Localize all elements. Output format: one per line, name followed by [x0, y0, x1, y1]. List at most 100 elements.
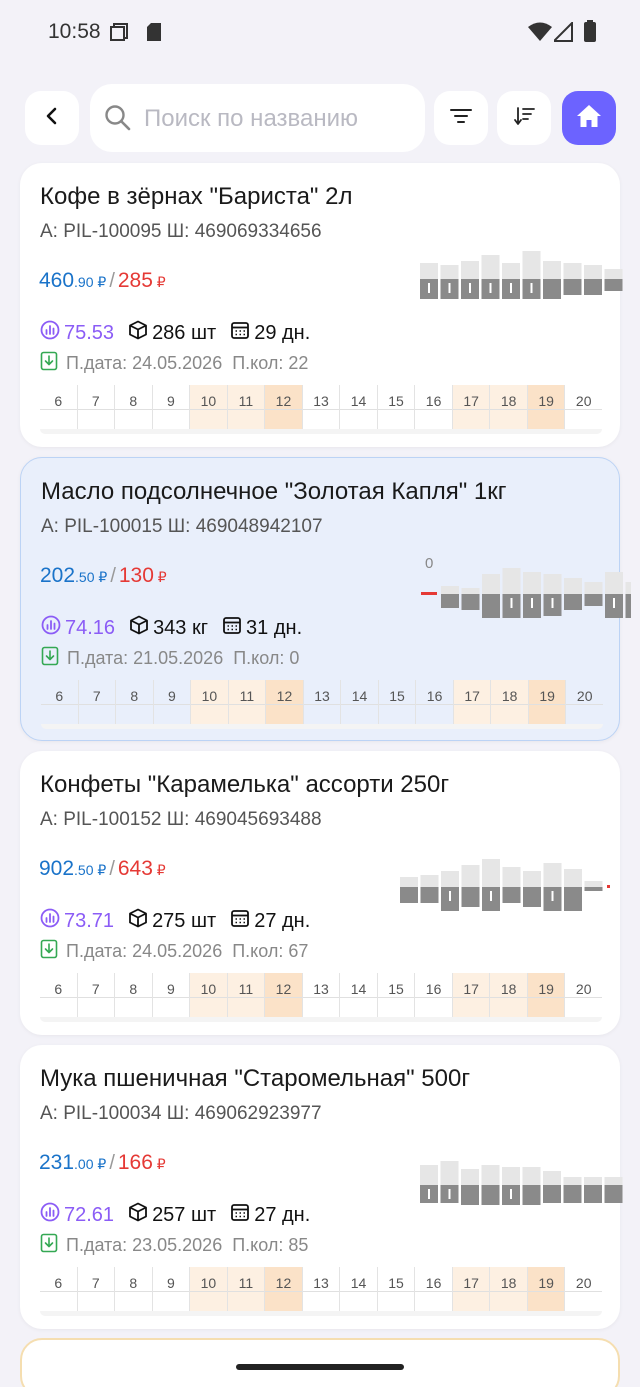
chart-bar-marker	[510, 1189, 512, 1199]
hour-divider	[303, 704, 341, 705]
hour-divider	[302, 409, 340, 410]
chart-bar-marker	[428, 1189, 430, 1199]
hour-cell: 13	[302, 1267, 341, 1312]
search-icon	[104, 104, 132, 137]
delivery-date: П.дата: 21.05.2026	[67, 648, 224, 668]
hour-cell: 16	[415, 973, 453, 1018]
product-card[interactable]: Кофе в зёрнах "Бариста" 2л А: PIL-100095…	[20, 163, 623, 447]
hour-cell: 18	[491, 680, 529, 725]
stock-stat: 257 шт	[128, 1202, 216, 1228]
chart-bar-lower	[461, 1185, 479, 1205]
product-card[interactable]: Мука пшеничная "Старомельная" 500г А: PI…	[20, 1045, 623, 1329]
download-icon	[40, 1233, 66, 1258]
hour-label: 20	[575, 1275, 592, 1291]
chart-bar-lower	[563, 279, 582, 295]
back-button[interactable]	[25, 91, 79, 145]
price-separator: /	[109, 858, 115, 880]
hour-label: 9	[166, 981, 175, 997]
hour-divider	[153, 704, 191, 705]
price-main: 231	[39, 1151, 75, 1174]
product-stats: 73.71 275 шт 27 дн.	[40, 908, 324, 934]
chart-bar-lower	[502, 887, 521, 903]
hour-label: 12	[275, 1275, 292, 1291]
sort-button[interactable]	[497, 91, 551, 145]
rating-value: 72.61	[64, 1203, 115, 1226]
hour-cell: 16	[415, 385, 453, 430]
hour-label: 16	[426, 688, 443, 704]
hour-cell: 9	[152, 1267, 191, 1312]
hour-label: 9	[167, 688, 176, 704]
chart-bar-upper	[563, 263, 582, 279]
hour-label: 18	[500, 1275, 517, 1291]
hour-cell: 15	[378, 680, 417, 725]
hour-divider	[190, 997, 227, 998]
chart-bar-upper	[502, 1167, 520, 1185]
chart-bar-lower	[584, 887, 603, 891]
stock-stat: 275 шт	[128, 908, 216, 934]
hour-label: 14	[350, 1275, 367, 1291]
chart-bar-upper	[605, 572, 623, 594]
product-card[interactable]: Масло подсолнечное "Золотая Капля" 1кг А…	[20, 457, 631, 741]
hour-divider	[78, 704, 116, 705]
chart-bar-upper	[502, 867, 521, 887]
chart-bar-upper	[543, 261, 561, 279]
chart-bar-lower	[523, 887, 541, 907]
box-icon	[128, 1202, 152, 1228]
hour-label: 7	[91, 1275, 100, 1291]
hour-divider	[266, 704, 303, 705]
next-product-card[interactable]	[20, 1338, 620, 1387]
hour-label: 7	[92, 688, 101, 704]
filter-icon	[450, 108, 472, 129]
price-cents: .50 ₽	[75, 569, 108, 585]
price-purchase-currency: ₽	[152, 274, 166, 290]
hour-cell: 20	[565, 973, 602, 1018]
hour-divider	[116, 704, 153, 705]
hour-label: 15	[388, 981, 404, 997]
hour-label: 8	[129, 1275, 138, 1291]
status-time: 10:58	[48, 20, 101, 43]
sales-bar-chart: 0	[421, 555, 631, 618]
hour-cell: 8	[115, 1267, 153, 1312]
days-stat: 29 дн.	[230, 320, 310, 346]
calendar-icon	[230, 908, 254, 934]
chart-bar-upper	[440, 1161, 459, 1185]
hour-cell: 13	[303, 680, 342, 725]
chart-zero-label: 0	[425, 555, 433, 572]
hour-label: 9	[166, 1275, 175, 1291]
product-name: Масло подсолнечное "Золотая Капля" 1кг	[41, 478, 507, 505]
hour-divider	[340, 1291, 377, 1292]
stock-value: 343 кг	[153, 616, 209, 639]
home-button[interactable]	[562, 91, 616, 145]
chart-bar-lower	[420, 887, 439, 903]
price-cents: .50 ₽	[74, 862, 107, 878]
hour-cell: 7	[77, 973, 116, 1018]
chart-bar-lower	[584, 279, 602, 295]
hour-cell: 14	[341, 680, 379, 725]
hour-cell: 8	[115, 973, 153, 1018]
filter-button[interactable]	[434, 91, 488, 145]
hour-cell: 18	[490, 385, 528, 430]
days-value: 29 дн.	[254, 321, 311, 344]
search-input[interactable]: Поиск по названию	[90, 84, 425, 152]
hour-cell: 13	[302, 385, 341, 430]
hour-divider	[377, 997, 415, 998]
hour-divider	[41, 704, 78, 705]
days-stat: 27 дн.	[230, 1202, 310, 1228]
chart-bar-upper	[481, 255, 500, 279]
gesture-bar[interactable]	[236, 1364, 404, 1370]
chart-zero-dash	[421, 592, 437, 595]
chart-bar-upper	[420, 263, 438, 279]
chart-bar-upper	[564, 869, 582, 887]
hour-divider	[265, 1291, 302, 1292]
price-main: 202	[40, 564, 76, 587]
hour-divider	[340, 997, 377, 998]
stock-value: 275 шт	[152, 909, 217, 932]
hour-label: 19	[538, 393, 554, 409]
price-purchase-currency: ₽	[152, 862, 166, 878]
delivery-count: П.кол: 67	[232, 941, 309, 961]
last-delivery: П.дата: 24.05.2026 П.кол: 22	[40, 351, 308, 376]
hour-cell: 9	[153, 680, 192, 725]
hour-label: 18	[501, 688, 518, 704]
product-card[interactable]: Конфеты "Карамелька" ассорти 250г А: PIL…	[20, 751, 620, 1035]
hour-cell: 19	[528, 680, 567, 725]
